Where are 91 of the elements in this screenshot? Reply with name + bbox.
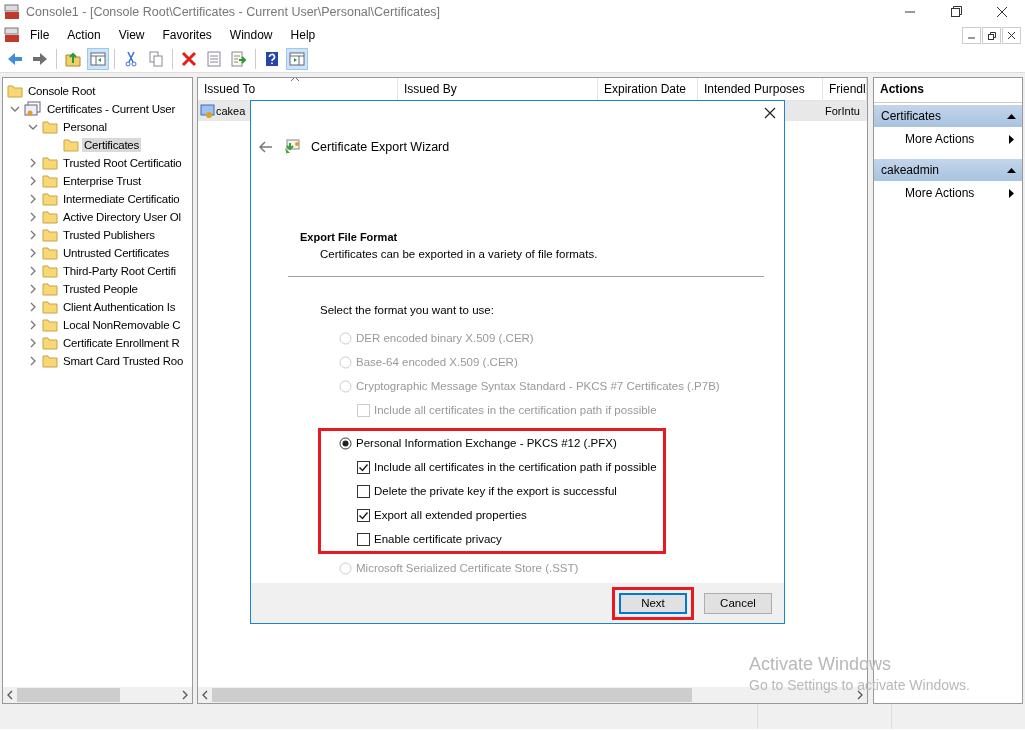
console-tree-icon: [90, 51, 106, 67]
properties-icon: [206, 51, 222, 67]
section-description: Certificates can be exported in a variety of file formats.: [319, 248, 599, 260]
tree-item[interactable]: Third-Party Root Certifi: [61, 264, 178, 278]
action-pane-icon: [289, 51, 305, 67]
section-heading: Export File Format: [300, 231, 399, 243]
folder-up-icon: [65, 51, 81, 67]
folder-icon: [42, 174, 58, 188]
tree-item[interactable]: Trusted Publishers: [61, 228, 157, 242]
action-group-header[interactable]: Certificates: [874, 105, 1022, 127]
tree-item[interactable]: Certificates - Current User: [45, 102, 178, 116]
table-cell: cakea: [216, 105, 246, 117]
action-item[interactable]: More Actions: [874, 127, 1022, 151]
checkbox[interactable]: [357, 460, 370, 474]
radio-button[interactable]: [339, 436, 352, 450]
horizontal-scrollbar[interactable]: [3, 687, 192, 703]
copy-icon: [148, 51, 164, 67]
option-label: Base-64 encoded X.509 (.CER): [356, 356, 518, 368]
folder-icon: [42, 156, 58, 170]
option-label: Enable certificate privacy: [374, 533, 502, 545]
menu-item[interactable]: Favorites: [154, 26, 220, 44]
table-cell-text: ForIntu: [824, 105, 861, 117]
wizard-button[interactable]: Next: [619, 592, 687, 614]
menu-item[interactable]: File: [22, 26, 58, 44]
folder-icon: [63, 138, 79, 152]
folder-icon: [42, 300, 58, 314]
tree-item[interactable]: Enterprise Trust: [61, 174, 143, 188]
submenu-arrow-icon: [1009, 188, 1014, 198]
folder-icon: [42, 354, 58, 368]
folder-icon: [42, 246, 58, 260]
menu-item[interactable]: Action: [59, 26, 109, 44]
back-arrow-icon[interactable]: [259, 141, 273, 153]
folder-icon: [7, 84, 23, 98]
option-label: Personal Information Exchange - PKCS #12 (.PFX): [356, 437, 617, 449]
collapse-triangle-icon[interactable]: [1007, 167, 1016, 173]
console-icon: [4, 27, 20, 43]
tree-item[interactable]: Client Authentication Is: [61, 300, 178, 314]
wizard-button[interactable]: Cancel: [704, 592, 772, 614]
console-icon: [4, 4, 20, 20]
export-list-icon: [231, 51, 247, 67]
option-label: Microsoft Serialized Certificate Store (.SST): [356, 562, 579, 574]
cut-icon: [123, 51, 139, 67]
folder-icon: [42, 120, 58, 134]
menu-item[interactable]: Window: [221, 26, 281, 44]
action-item[interactable]: More Actions: [874, 181, 1022, 205]
folder-icon: [42, 318, 58, 332]
tree-item[interactable]: Certificates: [82, 138, 142, 152]
folder-icon: [42, 192, 58, 206]
certificate-icon: [200, 103, 216, 119]
column-header[interactable]: Friendl: [823, 78, 867, 100]
tree-item[interactable]: Trusted Root Certificatio: [61, 156, 184, 170]
option-label: DER encoded binary X.509 (.CER): [356, 332, 534, 344]
certificate-export-icon: [283, 138, 301, 156]
actions-pane-title: Actions: [874, 78, 1022, 103]
restore-icon[interactable]: [982, 26, 1001, 44]
collapse-triangle-icon[interactable]: [1007, 113, 1016, 119]
submenu-arrow-icon: [1009, 134, 1014, 144]
help-icon: [264, 51, 280, 67]
action-group-header[interactable]: cakeadmin: [874, 159, 1022, 181]
checkbox[interactable]: [357, 532, 370, 546]
option-label: Include all certificates in the certification path if possible: [374, 461, 657, 473]
option-label: Include all certificates in the certification path if possible: [374, 404, 657, 416]
window-title: Console1 - [Console Root\Certificates - Current User\Personal\Certificates]: [26, 5, 442, 19]
format-prompt: Select the format you want to use:: [319, 304, 495, 316]
tree-item[interactable]: Local NonRemovable C: [61, 318, 183, 332]
folder-icon: [42, 282, 58, 296]
tree-item[interactable]: Active Directory User Ol: [61, 210, 183, 224]
menu-item[interactable]: View: [110, 26, 153, 44]
dialog-title: Certificate Export Wizard: [311, 140, 450, 154]
tree-item[interactable]: Certificate Enrollment R: [61, 336, 182, 350]
folder-icon: [42, 210, 58, 224]
back-arrow-icon: [7, 51, 23, 67]
option-label: Export all extended properties: [374, 509, 527, 521]
checkbox[interactable]: [357, 484, 370, 498]
menu-item[interactable]: Help: [282, 26, 324, 44]
tree-item[interactable]: Untrusted Certificates: [61, 246, 172, 260]
delete-icon: [181, 51, 197, 67]
folder-icon: [42, 336, 58, 350]
tree-item[interactable]: Console Root: [26, 84, 98, 98]
certificate-store-icon: [24, 101, 42, 117]
close-icon[interactable]: [764, 107, 776, 119]
folder-icon: [42, 228, 58, 242]
forward-arrow-icon: [32, 51, 48, 67]
option-label: Delete the private key if the export is successful: [374, 485, 617, 497]
option-label: Cryptographic Message Syntax Standard - PKCS #7 Certificates (.P7B): [356, 380, 720, 392]
tree-item[interactable]: Trusted People: [61, 282, 140, 296]
folder-icon: [42, 264, 58, 278]
tree-item[interactable]: Personal: [61, 120, 109, 134]
tree-item[interactable]: Intermediate Certificatio: [61, 192, 182, 206]
checkbox[interactable]: [357, 508, 370, 522]
tree-item[interactable]: Smart Card Trusted Roo: [61, 354, 186, 368]
